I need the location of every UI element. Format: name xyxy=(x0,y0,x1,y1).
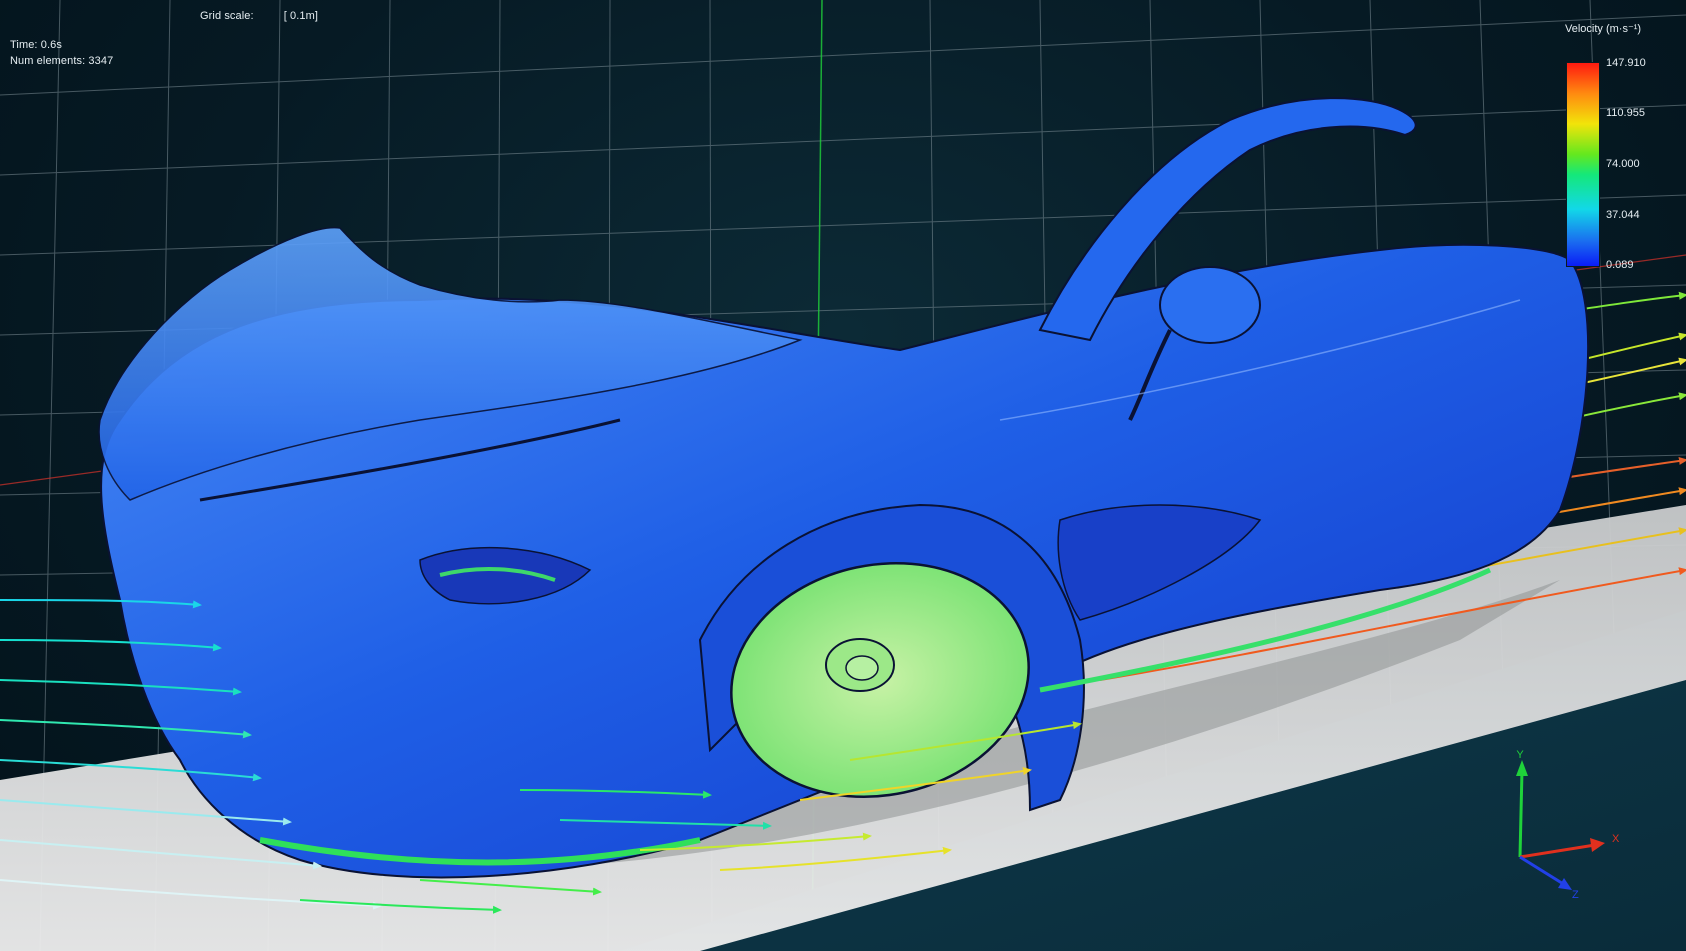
time-readout: Time: 0.6s xyxy=(10,39,62,51)
velocity-legend: Velocity (m·s⁻¹) 147.910 110.955 74.000 … xyxy=(1560,20,1680,280)
legend-tick-min: 0.089 xyxy=(1606,259,1634,271)
legend-color-bar xyxy=(1566,62,1600,267)
side-mirror xyxy=(1159,266,1261,344)
axis-label-z: Z xyxy=(1572,889,1579,901)
legend-tick-mid: 74.000 xyxy=(1606,158,1640,170)
axis-label-y: Y xyxy=(1516,749,1524,761)
grid-scale-readout: Grid scale: [ 0.1m] xyxy=(200,10,318,22)
cfd-scene[interactable]: Y X Z xyxy=(0,0,1686,951)
legend-tick-high: 110.955 xyxy=(1606,107,1645,119)
grid-scale-label: Grid scale: xyxy=(200,10,254,22)
legend-tick-low: 37.044 xyxy=(1606,209,1640,221)
grid-scale-value: [ 0.1m] xyxy=(283,10,319,22)
legend-title: Velocity (m·s⁻¹) xyxy=(1565,23,1642,35)
legend-tick-max: 147.910 xyxy=(1606,57,1646,69)
element-count-readout: Num elements: 3347 xyxy=(10,55,114,67)
cfd-viewport[interactable]: Y X Z Time: 0.6s Num elements: 3347 Grid… xyxy=(0,0,1686,951)
axis-label-x: X xyxy=(1612,833,1620,845)
